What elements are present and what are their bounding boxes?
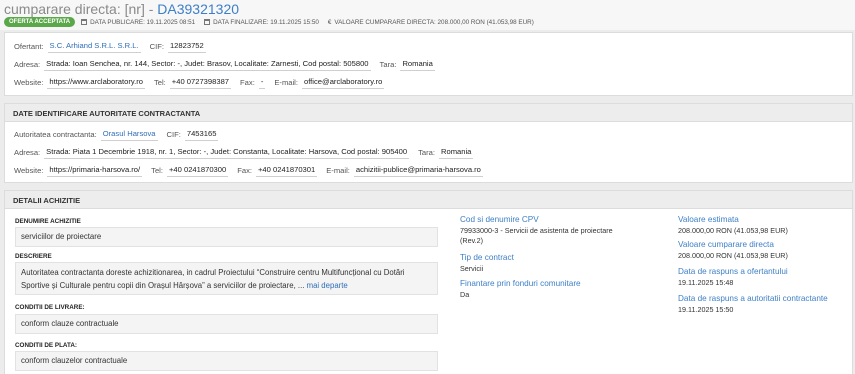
supplier-panel: Ofertant: S.C. Arhiand S.R.L. S.R.L. CIF… xyxy=(4,32,853,96)
authority-label: Autoritatea contractanta: xyxy=(14,130,97,139)
calendar-icon xyxy=(204,19,211,25)
title-prefix: cumparare directa: [nr] - xyxy=(4,1,154,17)
authority-address-row: Adresa: Strada: Piata 1 Decembrie 1918, … xyxy=(14,146,482,159)
authority-response-label: Data de raspuns a autoritatii contractan… xyxy=(678,294,828,303)
authority-cif-value: 7453165 xyxy=(184,129,219,141)
email-value[interactable]: office@arclaboratory.ro xyxy=(301,77,385,89)
authority-contact-row: Website: https://primaria-harsova.ro/ Te… xyxy=(14,164,492,177)
website-value[interactable]: https://www.arclaboratory.ro xyxy=(47,77,145,89)
email-label: E-mail: xyxy=(274,78,298,87)
description-line-2: Sportive și Culturale pentru copii din O… xyxy=(21,279,432,292)
cpv-label: Cod si denumire CPV xyxy=(460,215,539,224)
finalize-date-text: DATA FINALIZARE: 19.11.2025 15:50 xyxy=(213,18,319,26)
authority-phone-label: Tel: xyxy=(151,166,163,175)
phone-value: +40 0727398387 xyxy=(169,77,232,89)
meta-bar: OFERTA ACCEPTATA DATA PUBLICARE: 19.11.2… xyxy=(4,17,543,27)
euro-icon: € xyxy=(327,18,332,26)
authority-website-label: Website: xyxy=(14,166,44,175)
estimated-value: 208.000,00 RON (41.053,98 EUR) xyxy=(678,226,788,235)
address-value: Strada: Ioan Senchea, nr. 144, Sector: -… xyxy=(44,59,371,71)
supplier-label: Ofertant: xyxy=(14,42,44,51)
supplier-contact-row: Website: https://www.arclaboratory.ro Te… xyxy=(14,76,393,89)
supplier-row: Ofertant: S.C. Arhiand S.R.L. S.R.L. CIF… xyxy=(14,40,215,53)
description-label: DESCRIERE xyxy=(15,253,52,260)
supplier-response-label: Data de raspuns a ofertantului xyxy=(678,267,788,276)
country-label: Tara: xyxy=(379,60,397,69)
authority-row: Autoritatea contractanta: Orasul Harsova… xyxy=(14,128,227,141)
fax-label: Fax: xyxy=(240,78,255,87)
payment-label: CONDITII DE PLATA: xyxy=(15,342,78,349)
description-line-2-text: Sportive și Culturale pentru copii din O… xyxy=(21,281,305,290)
cpv-value: 79933000-3 - Servicii de asistenta de pr… xyxy=(460,226,660,246)
description-line-1: Autoritatea contractanta doreste achizit… xyxy=(21,268,405,277)
authority-fax-label: Fax: xyxy=(237,166,252,175)
supplier-response-date: 19.11.2025 15:48 xyxy=(678,278,734,287)
authority-panel: DATE IDENTIFICARE AUTORITATE CONTRACTANT… xyxy=(4,103,853,183)
purchase-value-label: Valoare cumparare directa xyxy=(678,240,774,249)
phone-label: Tel: xyxy=(153,78,166,87)
authority-email-value[interactable]: achizitii-publice@primaria-harsova.ro xyxy=(353,165,483,177)
name-field: serviciilor de proiectare xyxy=(15,227,438,247)
fax-value: - xyxy=(258,77,266,89)
purchase-value-text: VALOARE CUMPARARE DIRECTA: 208.000,00 RO… xyxy=(334,18,534,26)
description-field: Autoritatea contractanta doreste achizit… xyxy=(15,262,438,295)
cpv-line-2: (Rev.2) xyxy=(460,236,484,245)
authority-link[interactable]: Orasul Harsova xyxy=(100,129,158,141)
authority-country-value: Romania xyxy=(438,147,474,159)
supplier-link[interactable]: S.C. Arhiand S.R.L. S.R.L. xyxy=(47,41,141,53)
authority-fax-value: +40 0241870301 xyxy=(256,165,318,177)
eu-funding-label: Finantare prin fonduri comunitare xyxy=(460,279,581,288)
authority-heading: DATE IDENTIFICARE AUTORITATE CONTRACTANT… xyxy=(5,104,852,122)
authority-phone-value: +40 0241870300 xyxy=(166,165,229,177)
authority-address-label: Adresa: xyxy=(14,148,41,157)
finalize-date: DATA FINALIZARE: 19.11.2025 15:50 xyxy=(204,19,319,26)
eu-funding-value: Da xyxy=(460,290,470,299)
status-badge: OFERTA ACCEPTATA xyxy=(4,17,76,27)
purchase-value-detail: 208.000,00 RON (41.053,98 EUR) xyxy=(678,251,788,260)
estimated-value-label: Valoare estimata xyxy=(678,215,739,224)
authority-email-label: E-mail: xyxy=(326,166,350,175)
purchase-value: € VALOARE CUMPARARE DIRECTA: 208.000,00 … xyxy=(328,19,534,26)
address-label: Adresa: xyxy=(14,60,41,69)
details-panel: DETALII ACHIZITIE DENUMIRE ACHIZITIE ser… xyxy=(4,190,853,374)
page-title: cumparare directa: [nr] - DA39321320 xyxy=(4,1,239,17)
authority-country-label: Tara: xyxy=(418,148,435,157)
calendar-icon xyxy=(81,19,88,25)
authority-cif-label: CIF: xyxy=(166,130,181,139)
authority-response-date: 19.11.2025 15:50 xyxy=(678,305,734,314)
authority-website-value[interactable]: https://primaria-harsova.ro/ xyxy=(47,165,143,177)
delivery-field: conform clauze contractuale xyxy=(15,314,438,334)
payment-field: conform clauzelor contractuale xyxy=(15,351,438,371)
contract-type-label: Tip de contract xyxy=(460,253,514,262)
publish-date-text: DATA PUBLICARE: 19.11.2025 08:51 xyxy=(90,18,196,26)
cpv-line-1: 79933000-3 - Servicii de asistenta de pr… xyxy=(460,226,613,235)
authority-address-value: Strada: Piata 1 Decembrie 1918, nr. 1, S… xyxy=(44,147,410,159)
country-value: Romania xyxy=(400,59,435,71)
supplier-address-row: Adresa: Strada: Ioan Senchea, nr. 144, S… xyxy=(14,58,444,71)
read-more-link[interactable]: mai departe xyxy=(307,281,348,290)
website-label: Website: xyxy=(14,78,44,87)
cif-label: CIF: xyxy=(149,42,164,51)
page-header: cumparare directa: [nr] - DA39321320 OFE… xyxy=(0,0,855,30)
contract-type-value: Servicii xyxy=(460,264,484,273)
name-label: DENUMIRE ACHIZITIE xyxy=(15,218,81,225)
publish-date: DATA PUBLICARE: 19.11.2025 08:51 xyxy=(81,19,195,26)
procurement-code: DA39321320 xyxy=(157,1,240,17)
details-heading: DETALII ACHIZITIE xyxy=(5,191,852,209)
cif-value: 12823752 xyxy=(167,41,206,53)
delivery-label: CONDITII DE LIVRARE: xyxy=(15,304,85,311)
